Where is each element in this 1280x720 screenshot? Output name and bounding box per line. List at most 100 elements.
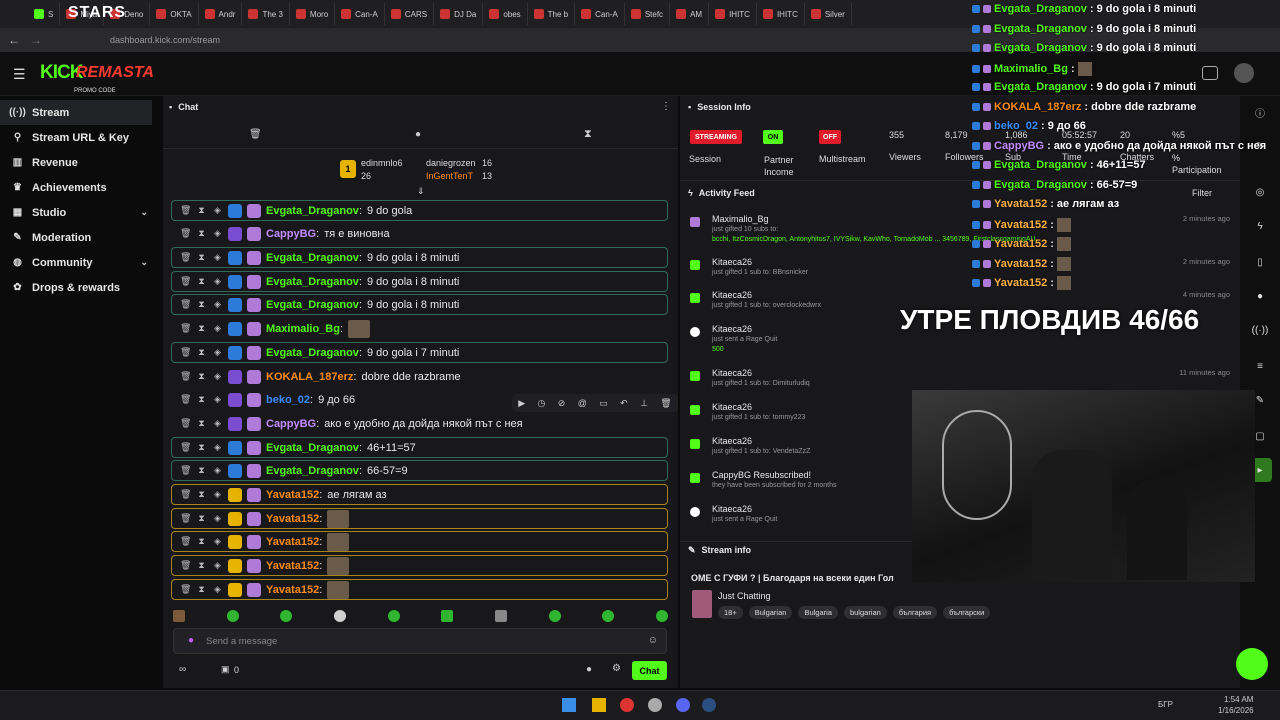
hourglass-icon[interactable]: ⧗ (196, 347, 207, 358)
hourglass-icon[interactable]: ⧗ (196, 584, 207, 595)
sidebar-item-stream[interactable]: ((·)) Stream (0, 100, 152, 125)
mention-icon[interactable]: @ (578, 398, 587, 408)
reply-icon[interactable]: ↶ (620, 398, 628, 409)
shield-icon[interactable]: ◈ (212, 536, 223, 547)
browser-tab[interactable]: The b (528, 3, 576, 25)
steam-icon[interactable] (702, 698, 716, 712)
chat-message[interactable]: 🗑 ⧗ ◈ CappyBG: тя е виновна (171, 223, 668, 244)
shield-icon[interactable]: ◈ (212, 513, 223, 524)
chat-bubble-icon[interactable]: ● (1248, 284, 1272, 308)
browser-tab[interactable]: IHITC (709, 3, 757, 25)
shield-icon[interactable]: ◈ (212, 299, 223, 310)
chat-username[interactable]: Yavata152 (266, 536, 319, 548)
trash-icon[interactable]: 🗑 (180, 560, 191, 571)
trash-icon[interactable]: 🗑 (249, 129, 262, 140)
browser-tab[interactable]: Andr (199, 3, 243, 25)
broadcast-icon[interactable]: ((·)) (1248, 318, 1272, 342)
chat-username[interactable]: Evgata_Draganov (266, 442, 359, 454)
trash-icon[interactable]: 🗑 (180, 228, 191, 239)
back-icon[interactable]: ← (8, 33, 20, 47)
trash-icon[interactable]: 🗑 (180, 252, 191, 263)
shield-icon[interactable]: ◈ (212, 347, 223, 358)
sidebar-item-community[interactable]: ◍ Community ⌄ (0, 250, 162, 275)
hourglass-icon[interactable]: ⧗ (196, 513, 207, 524)
emote-icon[interactable] (441, 610, 454, 622)
activity-item[interactable]: Maximalio_Bg just gifted 10 subs to: bcchi… (690, 214, 1230, 244)
activity-username[interactable]: Kitaeca26 (712, 368, 752, 378)
browser-tab[interactable]: CARS (385, 3, 435, 25)
emote-icon[interactable] (280, 610, 293, 622)
target-icon[interactable]: ◎ (1248, 180, 1272, 204)
chat-send-button[interactable]: Chat (632, 661, 667, 680)
shield-icon[interactable]: ◈ (212, 418, 223, 429)
chat-message[interactable]: 🗑 ⧗ ◈ Evgata_Draganov:9 do gola (171, 200, 668, 221)
copy-icon[interactable]: ▭ (599, 398, 608, 409)
chat-message[interactable]: 🗑 ⧗ ◈ Evgata_Draganov:9 do gola i 8 minuti (171, 271, 668, 292)
activity-username[interactable]: Maximalio_Bg (712, 214, 769, 224)
emote-icon[interactable] (548, 610, 561, 622)
shield-icon[interactable]: ◈ (212, 323, 223, 334)
emote-icon[interactable] (173, 610, 185, 622)
chat-username[interactable]: Evgata_Draganov (266, 465, 359, 477)
chat-message[interactable]: 🗑 ⧗ ◈ Yavata152: (171, 555, 668, 576)
chat-input[interactable]: ● Send a message ☺ (173, 628, 667, 654)
hourglass-icon[interactable]: ⧗ (196, 252, 207, 263)
page-icon[interactable]: ▯ (1248, 250, 1272, 274)
chat-message[interactable]: 🗑 ⧗ ◈ Evgata_Draganov:9 do gola i 8 minuti (171, 294, 668, 315)
trash-icon[interactable]: 🗑 (180, 513, 191, 524)
trash-icon[interactable]: 🗑 (180, 205, 191, 216)
emote-icon[interactable] (387, 610, 400, 622)
chat-message[interactable]: 🗑 ⧗ ◈ Yavata152: (171, 579, 668, 600)
hourglass-icon[interactable]: ⧗ (196, 371, 207, 382)
language-indicator[interactable]: БГР (1158, 700, 1173, 709)
shield-icon[interactable]: ◈ (212, 371, 223, 382)
chat-username[interactable]: Yavata152 (266, 489, 319, 501)
hourglass-icon[interactable]: ⧗ (196, 536, 207, 547)
app-icon[interactable] (648, 698, 662, 712)
chat-username[interactable]: Evgata_Draganov (266, 252, 359, 264)
chat-message[interactable]: 🗑 ⧗ ◈ KOKALA_187erz: dobre dde razbrame (171, 366, 668, 387)
sidebar-item-revenue[interactable]: ▥ Revenue (0, 150, 162, 175)
trash-icon[interactable]: 🗑 (180, 418, 191, 429)
sidebar-item-achievements[interactable]: ♛ Achievements (0, 175, 162, 200)
trash-icon[interactable]: 🗑 (180, 347, 191, 358)
hourglass-icon[interactable]: ⧗ (196, 418, 207, 429)
trash-icon[interactable]: 🗑 (180, 584, 191, 595)
chevron-down-icon[interactable]: ⇓ (417, 186, 425, 197)
menu-icon[interactable]: ☰ (13, 66, 26, 83)
shield-icon[interactable]: ◈ (212, 584, 223, 595)
chat-username[interactable]: Evgata_Draganov (266, 205, 359, 217)
hourglass-icon[interactable]: ⧗ (196, 205, 207, 216)
url-field[interactable]: dashboard.kick.com/stream (110, 35, 220, 45)
chat-username[interactable]: CappyBG (266, 228, 316, 240)
shield-icon[interactable]: ◈ (212, 560, 223, 571)
sidebar-item-stream-url[interactable]: ⚲ Stream URL & Key (0, 125, 162, 150)
delete-icon[interactable]: 🗑 (660, 398, 671, 409)
chat-message[interactable]: 🗑 ⧗ ◈ Evgata_Draganov:9 do gola i 7 minuti (171, 342, 668, 363)
chat-username[interactable]: KOKALA_187erz (266, 371, 353, 383)
shield-icon[interactable]: ◈ (212, 276, 223, 287)
browser-tab[interactable]: Can-A (575, 3, 625, 25)
gear-icon[interactable]: ⚙ (612, 663, 621, 674)
chat-message[interactable]: 🗑 ⧗ ◈ Maximalio_Bg: (171, 318, 668, 339)
chat-username[interactable]: Evgata_Draganov (266, 347, 359, 359)
shield-icon[interactable]: ◈ (212, 252, 223, 263)
browser-tab[interactable]: DJ Da (434, 3, 484, 25)
shield-icon[interactable]: ◈ (212, 228, 223, 239)
sidebar-item-moderation[interactable]: ✎ Moderation (0, 225, 162, 250)
hourglass-icon[interactable]: ⧗ (196, 465, 207, 476)
hourglass-icon[interactable]: ⧗ (196, 442, 207, 453)
screen-icon[interactable] (1202, 66, 1218, 80)
emote-icon[interactable] (226, 610, 239, 622)
chat-bubble-icon[interactable]: ● (415, 129, 421, 140)
activity-item[interactable]: Kitaeca26 just gifted 1 sub to: BBnsnicke… (690, 257, 1230, 287)
chat-message[interactable]: 🗑 ⧗ ◈ Yavata152: ае лягам аз (171, 484, 668, 505)
mute-icon[interactable]: ⊘ (558, 398, 566, 409)
chat-username[interactable]: Yavata152 (266, 584, 319, 596)
shield-icon[interactable]: ◈ (212, 394, 223, 405)
browser-tab[interactable]: OKTA (150, 3, 199, 25)
support-chat-button[interactable] (1236, 648, 1268, 680)
filter-button[interactable]: Filter (1192, 188, 1212, 198)
hourglass-icon[interactable]: ⧗ (196, 489, 207, 500)
chat-username[interactable]: Evgata_Draganov (266, 299, 359, 311)
